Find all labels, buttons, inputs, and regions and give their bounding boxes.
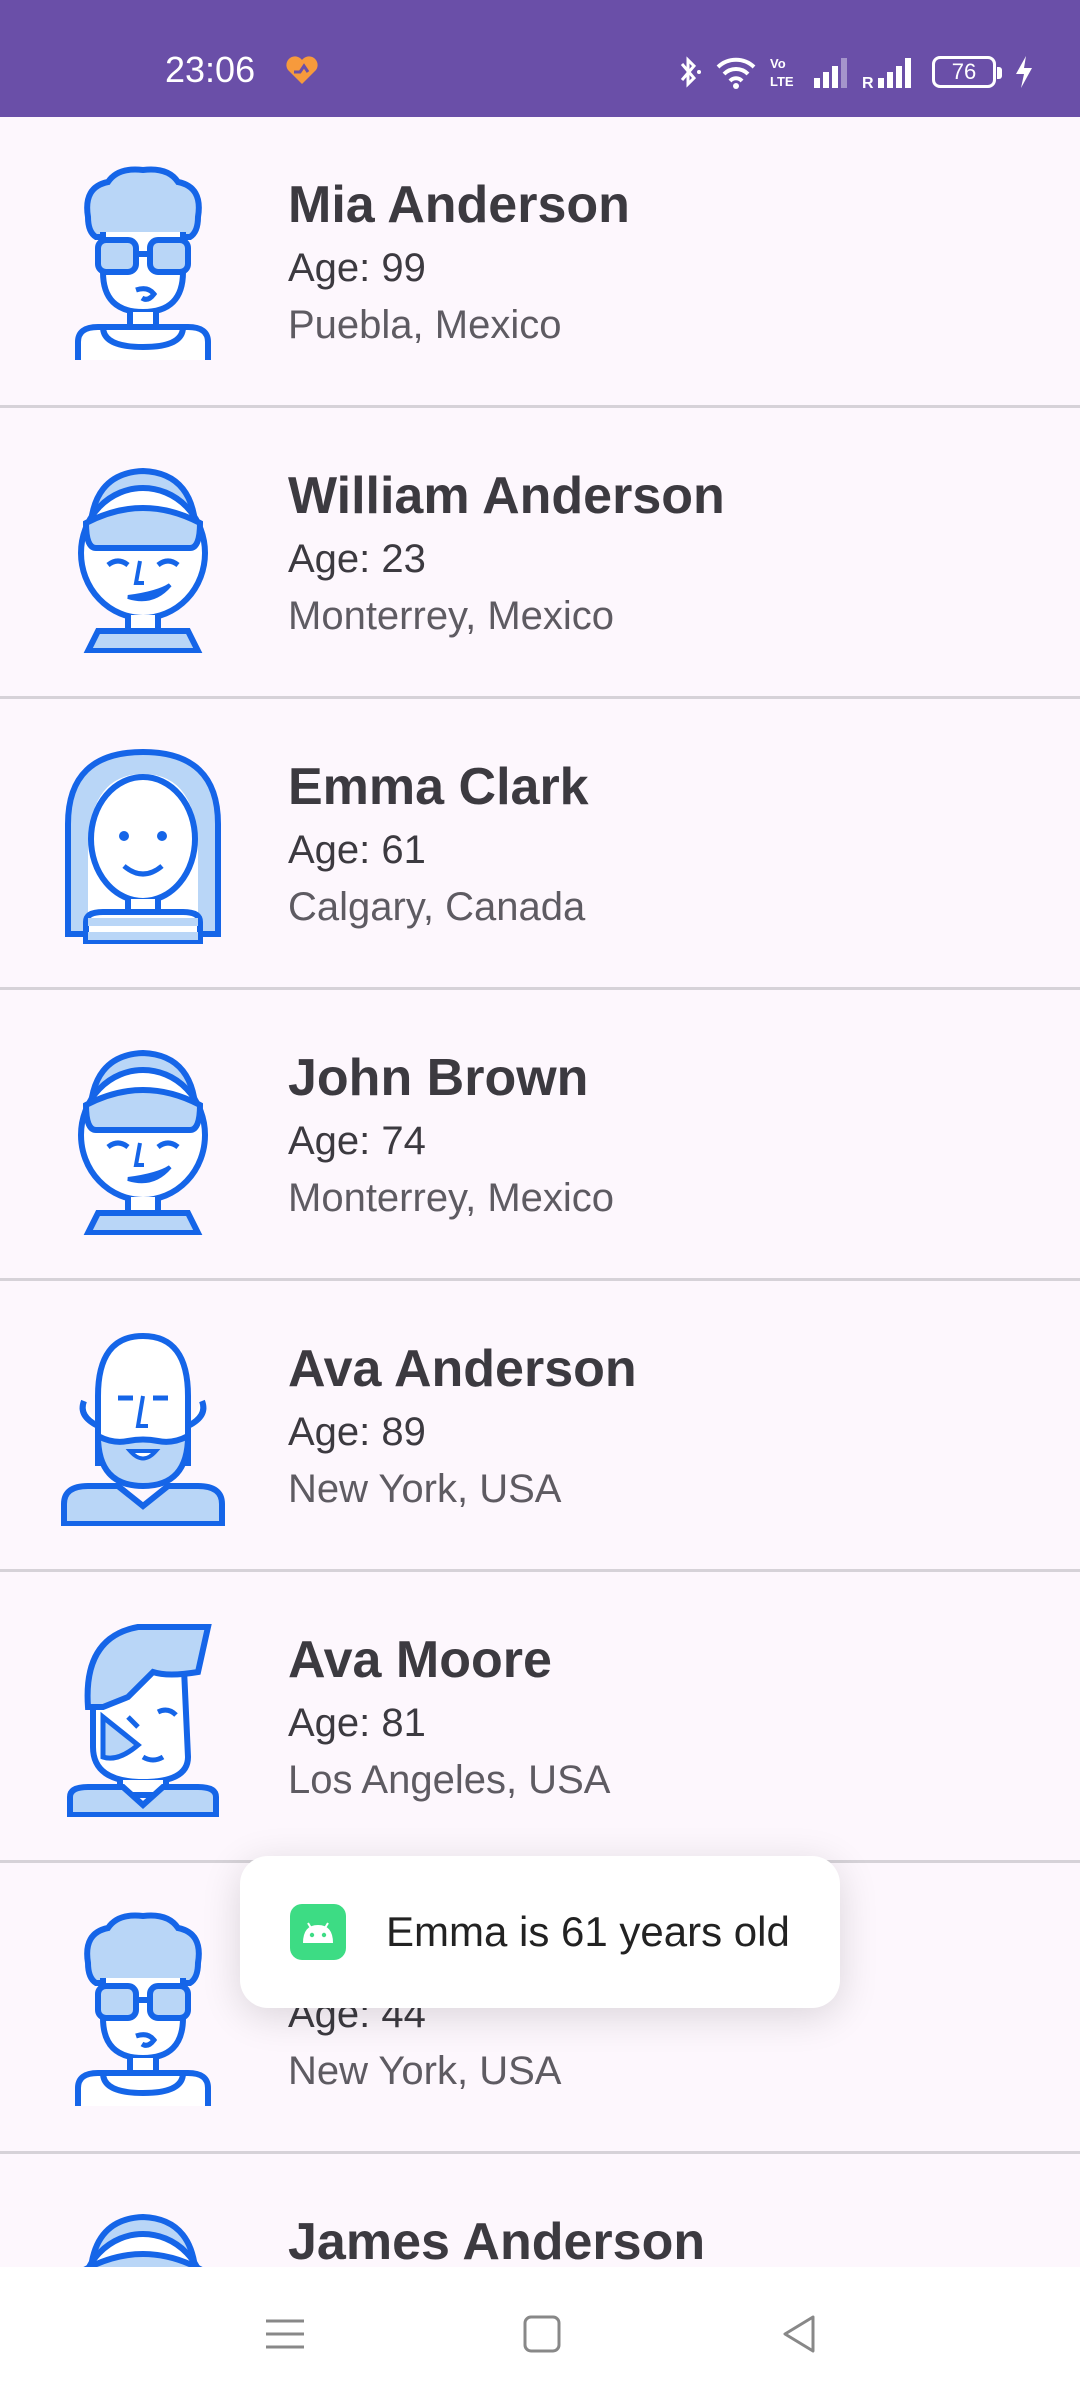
contact-city: Monterrey, Mexico bbox=[288, 1176, 615, 1220]
toast-message: Emma is 61 years old bbox=[386, 1908, 790, 1955]
status-icons: Vo LTE R 76 bbox=[674, 50, 1036, 94]
contact-age: Age: 99 bbox=[288, 246, 426, 290]
contact-age: Age: 89 bbox=[288, 1410, 426, 1454]
back-icon[interactable] bbox=[775, 2311, 825, 2357]
avatar-icon bbox=[58, 744, 228, 944]
list-item[interactable]: Ava Moore Age: 81 Los Angeles, USA bbox=[0, 1572, 1080, 1863]
roaming-signal-icon: R bbox=[862, 58, 911, 90]
contact-name: James Anderson bbox=[288, 2213, 706, 2267]
battery-icon: 76 bbox=[932, 56, 1002, 88]
contact-city: Calgary, Canada bbox=[288, 885, 586, 929]
contact-city: Puebla, Mexico bbox=[288, 303, 562, 347]
contact-city: Monterrey, Mexico bbox=[288, 594, 615, 638]
list-item[interactable]: Ava Anderson Age: 89 New York, USA bbox=[0, 1281, 1080, 1572]
svg-text:R: R bbox=[862, 75, 874, 90]
avatar-icon bbox=[58, 1908, 228, 2108]
heart-app-icon bbox=[286, 56, 318, 84]
contact-city: New York, USA bbox=[288, 2049, 562, 2093]
avatar-icon bbox=[58, 453, 228, 653]
menu-icon[interactable] bbox=[260, 2311, 310, 2357]
home-icon[interactable] bbox=[517, 2311, 567, 2357]
contact-age: Age: 23 bbox=[288, 537, 426, 581]
volte-icon: Vo LTE bbox=[770, 56, 794, 89]
avatar-icon bbox=[58, 1326, 228, 1526]
list-item[interactable]: Emma Clark Age: 61 Calgary, Canada bbox=[0, 699, 1080, 990]
contact-city: Los Angeles, USA bbox=[288, 1758, 611, 1802]
svg-text:Vo: Vo bbox=[770, 56, 786, 71]
list-item[interactable]: John Brown Age: 74 Monterrey, Mexico bbox=[0, 990, 1080, 1281]
toast-notification: Emma is 61 years old bbox=[240, 1856, 840, 2008]
avatar-icon bbox=[58, 2199, 228, 2267]
avatar-icon bbox=[58, 1035, 228, 1235]
android-app-icon bbox=[290, 1904, 346, 1960]
contact-name: Mia Anderson bbox=[288, 176, 630, 234]
avatar-icon bbox=[58, 1617, 228, 1817]
contact-age: Age: 81 bbox=[288, 1701, 426, 1745]
battery-level: 76 bbox=[951, 59, 977, 84]
contact-age: Age: 61 bbox=[288, 828, 426, 872]
bluetooth-icon bbox=[680, 56, 701, 88]
charging-icon bbox=[1016, 56, 1032, 88]
contact-name: Ava Moore bbox=[288, 1631, 552, 1689]
status-bar: 23:06 Vo LTE R 76 bbox=[0, 0, 1080, 117]
avatar-icon bbox=[58, 162, 228, 362]
wifi-icon bbox=[716, 57, 756, 89]
signal-icon bbox=[814, 58, 847, 88]
contact-age: Age: 74 bbox=[288, 1119, 426, 1163]
list-item[interactable]: William Anderson Age: 23 Monterrey, Mexi… bbox=[0, 408, 1080, 699]
svg-text:LTE: LTE bbox=[770, 74, 794, 89]
contact-name: John Brown bbox=[288, 1049, 589, 1107]
list-item[interactable]: James Anderson bbox=[0, 2154, 1080, 2267]
navigation-bar bbox=[0, 2267, 1080, 2400]
contact-city: New York, USA bbox=[288, 1467, 562, 1511]
contact-name: Emma Clark bbox=[288, 758, 589, 816]
list-item[interactable]: Mia Anderson Age: 99 Puebla, Mexico bbox=[0, 117, 1080, 408]
status-time: 23:06 bbox=[165, 49, 256, 90]
contact-name: Ava Anderson bbox=[288, 1340, 637, 1398]
contact-name: William Anderson bbox=[288, 467, 725, 525]
